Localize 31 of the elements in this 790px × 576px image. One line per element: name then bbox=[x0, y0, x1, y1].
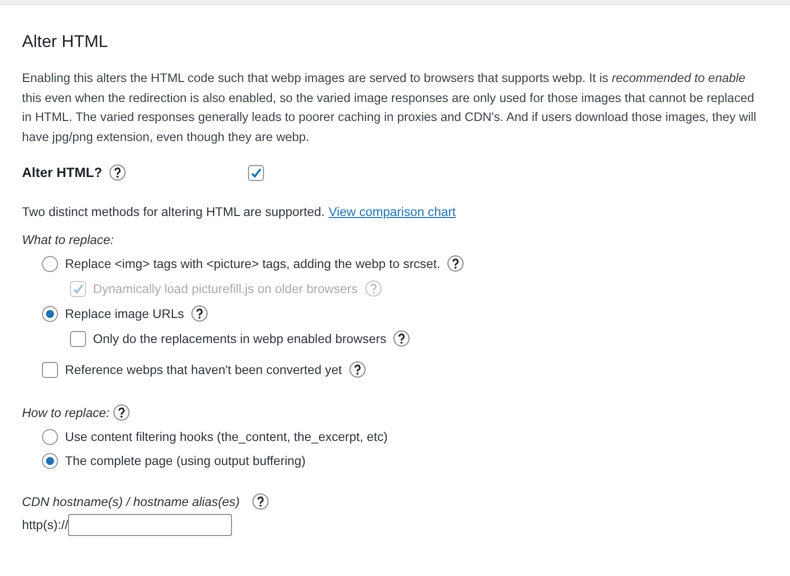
url-prefix: http(s):// bbox=[22, 518, 68, 532]
comparison-link[interactable]: View comparison chart bbox=[328, 205, 456, 219]
help-icon[interactable] bbox=[348, 361, 366, 378]
option-label: Replace image URLs bbox=[65, 306, 184, 320]
radio-button[interactable] bbox=[42, 453, 58, 469]
option-label: Only do the replacements in webp enabled browsers bbox=[93, 332, 386, 346]
option-label: Dynamically load picturefill.js on older browsers bbox=[93, 282, 358, 296]
checkbox[interactable] bbox=[248, 164, 264, 180]
help-icon[interactable] bbox=[112, 404, 130, 421]
radio-button[interactable] bbox=[42, 429, 58, 445]
option-label: Use content filtering hooks (the_content, the_excerpt, etc) bbox=[65, 430, 388, 444]
group-label: What to replace: bbox=[22, 233, 114, 247]
option-label: Reference webps that haven't been converted yet bbox=[65, 362, 342, 376]
option-label: Replace <img> tags with <picture> tags, adding the webp to srcset. bbox=[65, 256, 440, 270]
help-icon[interactable] bbox=[252, 493, 269, 510]
checkbox[interactable] bbox=[42, 362, 58, 378]
field-label: CDN hostname(s) / hostname alias(es) bbox=[22, 494, 240, 508]
option-label: The complete page (using output buffering) bbox=[65, 454, 306, 468]
help-icon[interactable] bbox=[109, 164, 126, 181]
hostname-field[interactable] bbox=[68, 514, 232, 536]
group-label: How to replace: bbox=[22, 406, 110, 420]
help-icon[interactable] bbox=[393, 330, 410, 347]
help-icon[interactable] bbox=[447, 255, 464, 272]
radio-button[interactable] bbox=[42, 256, 58, 272]
help-icon[interactable] bbox=[191, 305, 208, 322]
description: Enabling this alters the HTML code such that webp images are served to browsers that supports webp. It is recommended to enable this even when the redirection is also enabled, so the varied image responses are only used for those images that cannot be replaced in HTML. The varied responses generally leads to poorer caching in proxies and CDN's. And if users download those images, they will have jpg/png extension, even though they are webp. bbox=[22, 70, 758, 146]
section-title: Alter HTML bbox=[22, 32, 109, 52]
radio-button[interactable] bbox=[42, 306, 58, 322]
setting-label: Alter HTML? bbox=[22, 165, 102, 180]
checkbox[interactable] bbox=[70, 330, 86, 346]
info-text: Two distinct methods for altering HTML are supported. bbox=[22, 205, 325, 219]
